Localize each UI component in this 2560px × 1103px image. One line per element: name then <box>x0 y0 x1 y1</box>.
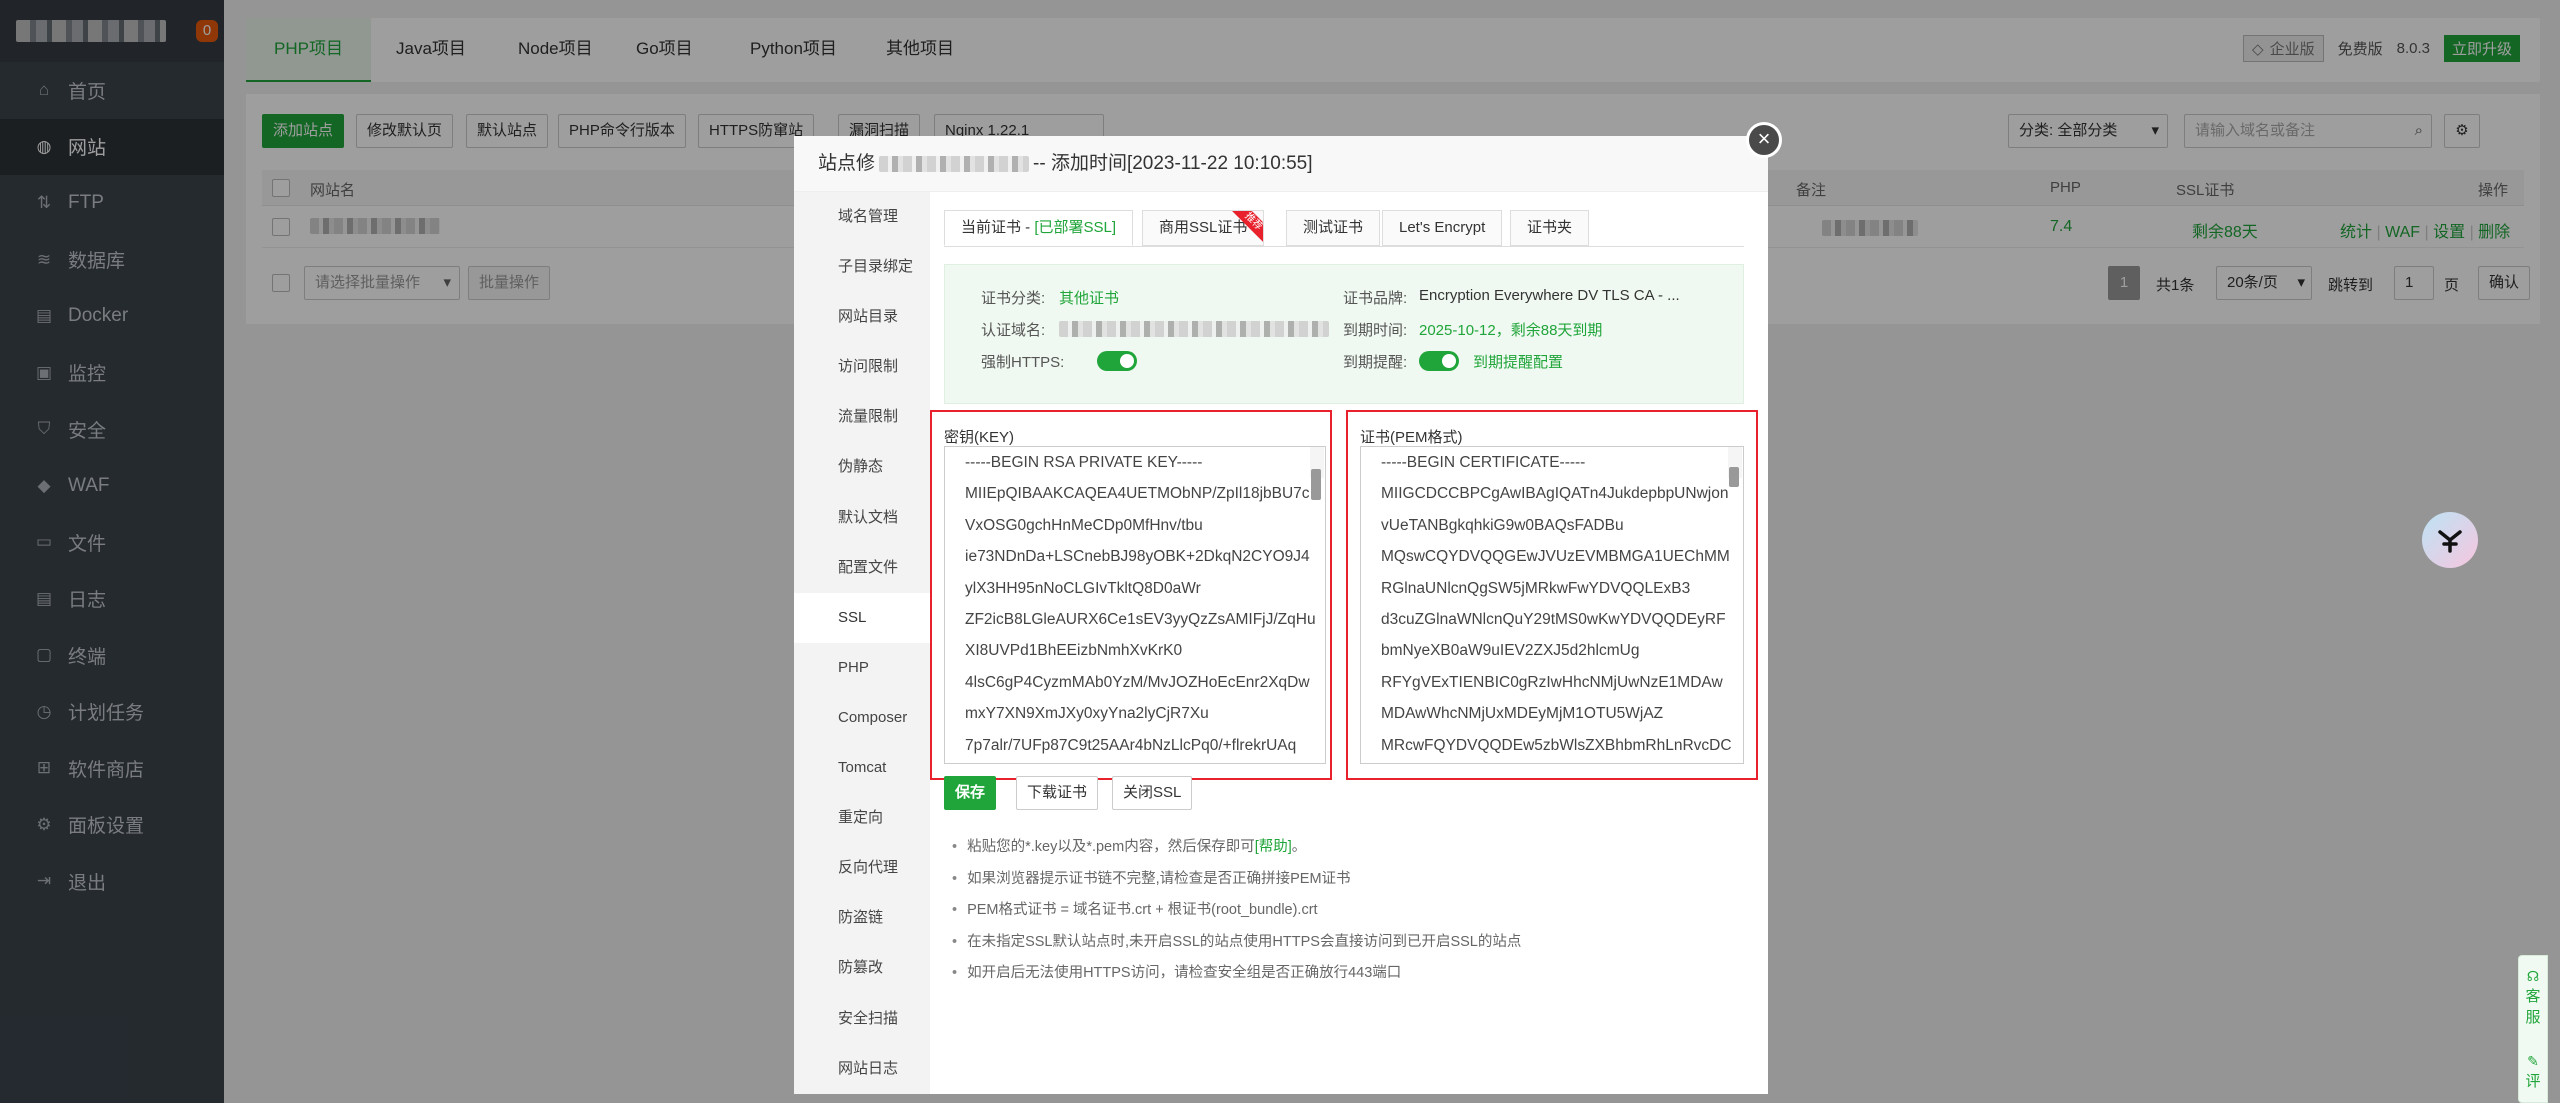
code-line: bmNyeXB0aW9uIEV2ZXJ5d2hlcmUg <box>1381 642 1640 660</box>
code-line: ylX3HH95nNoCLGIvTkltQ8D0aWr <box>965 579 1201 597</box>
modal-menu-item[interactable]: 防篡改 <box>794 943 930 993</box>
code-line: 7p7alr/7UFp87C9t25AAr4bNzLlcPq0/+flrekrU… <box>965 736 1297 754</box>
code-line: MIIGCDCCBPCgAwIBAgIQATn4JukdepbpUNwjon <box>1381 485 1729 503</box>
cert-type-value: 其他证书 <box>1059 290 1120 307</box>
code-line: MIIEpQIBAAKCAQEA4UETMObNP/ZpIl18jbBU7c <box>965 485 1310 503</box>
code-line: XI8UVPd1BhEEizbNmhXvKrK0 <box>965 642 1183 660</box>
tip-item: PEM格式证书 = 域名证书.crt + 根证书(root_bundle).cr… <box>952 895 1521 927</box>
code-line: ie73NDnDa+LSCnebBJ98yOBK+2DkqN2CYO9J4 <box>965 548 1310 566</box>
cert-info-box: 证书分类: 其他证书 证书品牌: Encryption Everywhere D… <box>944 264 1744 404</box>
cert-brand-value: Encryption Everywhere DV TLS CA - ... <box>1419 287 1680 304</box>
modal-menu-item[interactable]: 防盗链 <box>794 893 930 943</box>
download-cert-button[interactable]: 下载证书 <box>1016 776 1099 810</box>
modal-menu-item[interactable]: PHP <box>794 643 930 693</box>
cert-domain-blurred <box>1059 321 1329 337</box>
site-settings-modal: 站点修 -- 添加时间[2023-11-22 10:10:55] 域名管理 子目录绑… <box>794 136 1768 1094</box>
modal-menu-item[interactable]: SSL <box>794 592 930 643</box>
tab-lets-encrypt[interactable]: Let's Encrypt <box>1382 210 1503 246</box>
tip-item: 在未指定SSL默认站点时,未开启SSL的站点使用HTTPS会直接访问到已开启SS… <box>952 927 1521 959</box>
modal-menu-item[interactable]: 重定向 <box>794 793 930 843</box>
modal-menu-item[interactable]: 默认文档 <box>794 493 930 543</box>
modal-menu-item[interactable]: Composer <box>794 693 930 743</box>
expire-value: 2025-10-12，剩余88天到期 <box>1419 322 1603 339</box>
tab-test-cert[interactable]: 测试证书 <box>1286 210 1381 246</box>
modal-menu-item[interactable]: 流量限制 <box>794 392 930 442</box>
modal-title: 站点修 -- 添加时间[2023-11-22 10:10:55] <box>794 136 1768 192</box>
code-line: VxOSG0gchHnMeCDp0MfHnv/tbu <box>965 516 1203 534</box>
save-button[interactable]: 保存 <box>944 776 997 810</box>
modal-menu-item[interactable]: 访问限制 <box>794 342 930 392</box>
modal-menu: 域名管理 子目录绑定 网站目录 访问限制 流量限制 伪静态 默认文档 配置文件 SSL PHP Co… <box>794 192 930 1094</box>
code-line: -----BEGIN RSA PRIVATE KEY----- <box>965 454 1203 471</box>
expire-remind-toggle[interactable] <box>1419 351 1459 371</box>
modal-menu-item[interactable]: 网站目录 <box>794 292 930 342</box>
edit-icon: ✎ <box>2527 1053 2539 1069</box>
code-line: 4lsC6gP4CyzmMAb0YzM/MvJOZHoEcEnr2XqDw <box>965 673 1310 691</box>
tip-item: 如开启后无法使用HTTPS访问，请检查安全组是否正确放行443端口 <box>952 958 1521 990</box>
headset-icon: ☊ <box>2526 968 2540 984</box>
cert-textarea[interactable]: -----BEGIN CERTIFICATE----- MIIGCDCCBPCgA… <box>1360 446 1744 764</box>
code-line: ZF2icB8LGleAURX6Ce1sEV3yyQzZsAMIFjJ/ZqHu <box>965 610 1316 628</box>
assistant-fab[interactable] <box>2422 512 2478 568</box>
modal-menu-item[interactable]: 子目录绑定 <box>794 242 930 292</box>
remind-config-link[interactable]: 到期提醒配置 <box>1473 351 1563 372</box>
customer-service-tab[interactable]: ☊ 客 服 ✎ 评 <box>2518 955 2548 1103</box>
key-scrollbar[interactable] <box>1310 447 1324 501</box>
key-textarea[interactable]: -----BEGIN RSA PRIVATE KEY----- MIIEpQIBA… <box>944 446 1326 764</box>
modal-menu-item[interactable]: 反向代理 <box>794 843 930 893</box>
tab-current-cert[interactable]: 当前证书 - [已部署SSL] <box>944 210 1134 246</box>
tip-item: 粘贴您的*.key以及*.pem内容，然后保存即可[帮助]。 <box>952 832 1521 864</box>
code-line: d3cuZGlnaWNlcnQuY29tMS0wKwYDVQQDEyRF <box>1381 610 1726 628</box>
cert-label: 证书(PEM格式) <box>1360 429 1463 446</box>
ssl-panel: 当前证书 - [已部署SSL] 商用SSL证书 推荐 测试证书 Let's Enc… <box>930 192 1768 1094</box>
help-link[interactable]: [帮助] <box>1255 839 1292 855</box>
close-icon[interactable]: × <box>1746 122 1782 158</box>
code-line: MRcwFQYDVQQDEw5zbWlsZXBhbmRhLnRvcDC <box>1381 736 1732 754</box>
code-line: RGlnaUNlcnQgSW5jMRkwFwYDVQQLExB3 <box>1381 579 1691 597</box>
code-line: vUeTANBgkqhkiG9w0BAQsFADBu <box>1381 516 1624 534</box>
key-label: 密钥(KEY) <box>944 429 1015 446</box>
modal-menu-item[interactable]: 域名管理 <box>794 192 930 242</box>
tip-item: 如果浏览器提示证书链不完整,请检查是否正确拼接PEM证书 <box>952 864 1521 896</box>
tips-list: 粘贴您的*.key以及*.pem内容，然后保存即可[帮助]。 如果浏览器提示证书… <box>952 832 1521 990</box>
modal-menu-item[interactable]: 伪静态 <box>794 442 930 492</box>
modal-menu-item[interactable]: 网站日志 <box>794 1044 930 1094</box>
force-https-toggle[interactable] <box>1097 351 1137 371</box>
code-line: mxY7XN9XmJXy0xyYna2lyCjR7Xu <box>965 705 1209 723</box>
cert-scrollbar[interactable] <box>1728 447 1742 487</box>
code-line: MQswCQYDVQQGEwJVUzEVMBMGA1UEChMM <box>1381 548 1730 566</box>
code-line: -----BEGIN CERTIFICATE----- <box>1381 454 1586 471</box>
tab-cert-folder[interactable]: 证书夹 <box>1510 210 1590 246</box>
assistant-icon <box>2438 530 2462 553</box>
modal-menu-item[interactable]: 配置文件 <box>794 543 930 593</box>
modal-menu-item[interactable]: Tomcat <box>794 743 930 793</box>
tab-commercial-ssl[interactable]: 商用SSL证书 推荐 <box>1142 210 1265 246</box>
modal-menu-item[interactable]: 安全扫描 <box>794 994 930 1044</box>
close-ssl-button[interactable]: 关闭SSL <box>1112 776 1193 810</box>
code-line: RFYgVExTIENBIC0gRzIwHhcNMjUwNzE1MDAw <box>1381 673 1723 691</box>
code-line: MDAwWhcNMjUxMDEyMjM1OTU5WjAZ <box>1381 705 1664 723</box>
site-name-blurred <box>879 155 1030 172</box>
